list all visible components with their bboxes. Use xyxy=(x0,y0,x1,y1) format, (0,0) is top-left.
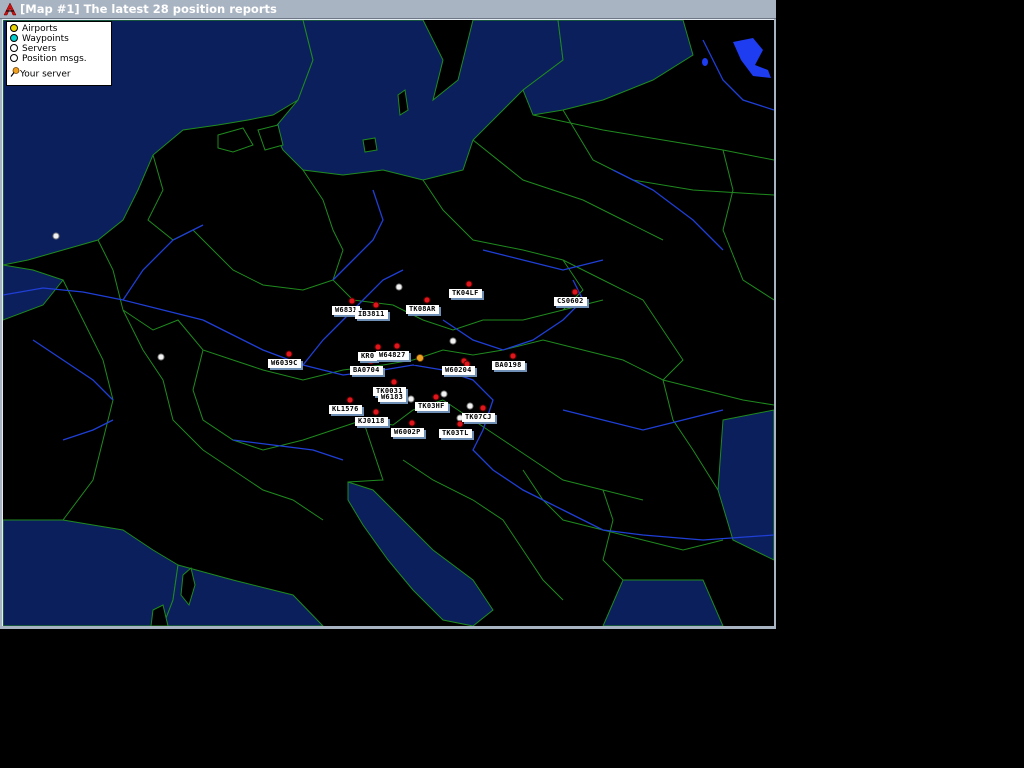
callsign-label[interactable]: W60204 xyxy=(442,366,475,375)
report-marker[interactable] xyxy=(457,421,463,427)
waypoint-dot-icon xyxy=(10,33,18,42)
report-marker[interactable] xyxy=(391,379,397,385)
legend-your-server: Your server xyxy=(10,67,71,80)
position-msg-dot-icon xyxy=(10,53,18,62)
callsign-label[interactable]: KR0 xyxy=(358,352,378,361)
report-marker[interactable] xyxy=(433,394,439,400)
position-msg-marker[interactable] xyxy=(408,396,414,402)
map-window: [Map #1] The latest 28 position reports xyxy=(0,0,776,629)
airport-dot-icon xyxy=(10,23,18,32)
title-bar[interactable]: [Map #1] The latest 28 position reports xyxy=(0,0,776,19)
callsign-label[interactable]: W6002P xyxy=(391,428,424,437)
legend-waypoints: Waypoints xyxy=(10,33,69,44)
server-dot-icon xyxy=(10,43,18,52)
report-marker[interactable] xyxy=(349,298,355,304)
map-view[interactable]: Airports Waypoints Servers Position msgs… xyxy=(2,19,774,626)
map-legend: Airports Waypoints Servers Position msgs… xyxy=(6,21,112,86)
report-marker[interactable] xyxy=(510,353,516,359)
report-marker[interactable] xyxy=(373,302,379,308)
your-server-pin-icon[interactable] xyxy=(413,354,425,366)
callsign-label[interactable]: IB3811 xyxy=(355,310,388,319)
legend-servers: Servers xyxy=(10,43,57,54)
legend-label: Position msgs. xyxy=(22,54,87,64)
callsign-label[interactable]: TK04LF xyxy=(449,289,482,298)
app-icon[interactable] xyxy=(3,2,17,16)
position-msg-marker[interactable] xyxy=(53,233,59,239)
callsign-label[interactable]: W6039C xyxy=(268,359,301,368)
callsign-label[interactable]: TK03TL xyxy=(439,429,472,438)
legend-label: Waypoints xyxy=(22,34,69,44)
callsign-label[interactable]: BA0198 xyxy=(492,361,525,370)
legend-label: Servers xyxy=(22,44,57,54)
report-marker[interactable] xyxy=(373,409,379,415)
report-marker[interactable] xyxy=(394,343,400,349)
callsign-label[interactable]: BA0704 xyxy=(350,366,383,375)
window-title: [Map #1] The latest 28 position reports xyxy=(20,2,277,16)
legend-airports: Airports xyxy=(10,23,58,34)
report-marker[interactable] xyxy=(286,351,292,357)
legend-label: Airports xyxy=(22,24,58,34)
callsign-label[interactable]: TK07CJ xyxy=(462,413,495,422)
report-marker[interactable] xyxy=(424,297,430,303)
report-marker[interactable] xyxy=(409,420,415,426)
legend-label: Your server xyxy=(20,69,71,80)
position-msg-marker[interactable] xyxy=(158,354,164,360)
report-marker[interactable] xyxy=(466,281,472,287)
callsign-label[interactable]: KJ0118 xyxy=(355,417,388,426)
callsign-label[interactable]: CS0602 xyxy=(554,297,587,306)
report-marker[interactable] xyxy=(375,344,381,350)
callsign-label[interactable]: KL1576 xyxy=(329,405,362,414)
callsign-label[interactable]: TK08AR xyxy=(406,305,439,314)
callsign-label[interactable]: W6183 xyxy=(378,393,407,402)
callsign-label[interactable]: TK03HF xyxy=(415,402,448,411)
legend-position-msgs: Position msgs. xyxy=(10,53,87,64)
europe-map xyxy=(3,20,774,626)
report-marker[interactable] xyxy=(347,397,353,403)
position-msg-marker[interactable] xyxy=(441,391,447,397)
server-pin-icon xyxy=(10,67,20,77)
report-marker[interactable] xyxy=(572,289,578,295)
report-marker[interactable] xyxy=(480,405,486,411)
position-msg-marker[interactable] xyxy=(450,338,456,344)
callsign-label[interactable]: W64827 xyxy=(376,351,409,360)
position-msg-marker[interactable] xyxy=(396,284,402,290)
position-msg-marker[interactable] xyxy=(467,403,473,409)
